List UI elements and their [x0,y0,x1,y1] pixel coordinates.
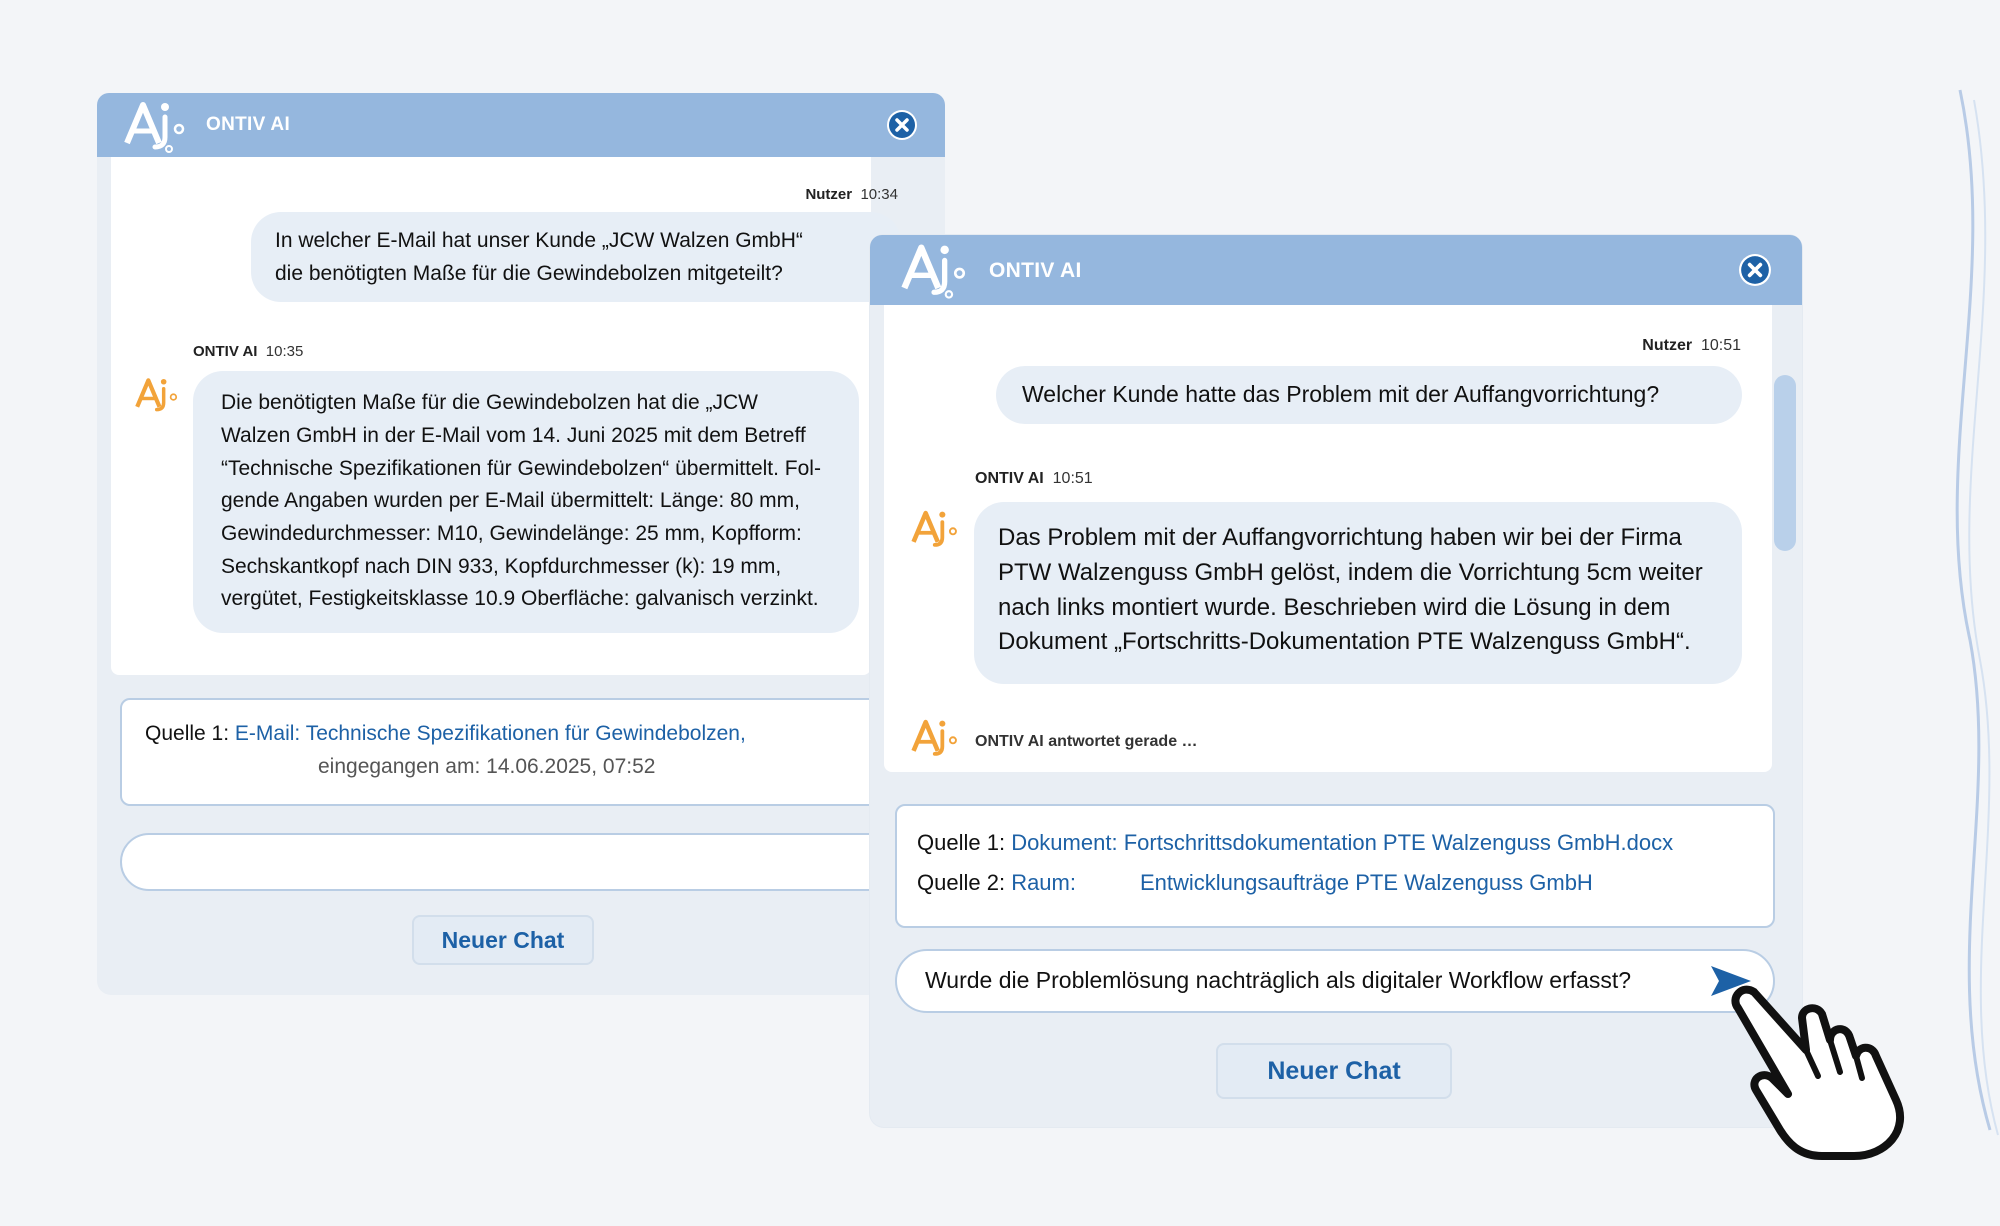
sources-box: Quelle 1: Dokument: Fortschrittsdokument… [895,804,1775,928]
source-link[interactable]: E-Mail: Technische Spezifikationen für G… [235,722,746,745]
message-input-text[interactable]: Wurde die Problemlösung nachträglich als… [925,967,1631,994]
typing-indicator: ONTIV AI antwortet gerade … [975,733,1198,750]
ai-message-bubble: Die benötigten Maße für die Gewindebolze… [193,371,859,633]
new-chat-button[interactable]: Neuer Chat [1216,1043,1452,1099]
hand-pointer-icon [1731,985,1905,1160]
chat-window-front: ONTIV AI Nutzer 10:51 Welcher Kunde hatt… [870,235,1802,1127]
scrollbar-thumb[interactable] [1774,375,1796,551]
close-icon [889,112,915,138]
source2-type[interactable]: Raum: [1011,870,1076,895]
chat-title: ONTIV AI [206,114,291,135]
new-chat-button[interactable]: Neuer Chat [412,915,594,965]
user-message-meta: Nutzer 10:34 [805,186,898,203]
close-icon [1741,256,1769,284]
ai-logo-icon [124,102,185,153]
message-input[interactable] [120,833,924,891]
ai-logo-icon [901,244,966,299]
user-message-bubble: In welcher E-Mail hat unser Kunde „JCW W… [251,212,901,302]
source2-link[interactable]: Entwicklungsaufträge PTE Walzenguss GmbH [1140,870,1593,896]
close-button[interactable] [1739,254,1771,286]
chat-header: ONTIV AI [97,93,945,157]
sources-box: Quelle 1: E-Mail: Technische Spezifikati… [120,698,924,806]
messages-panel: Nutzer 10:51 Welcher Kunde hatte das Pro… [884,305,1796,772]
ai-message-bubble: Das Problem mit der Auffangvorrichtung h… [974,502,1742,684]
source-label: Quelle 1: [145,722,230,745]
chat-window-back: ONTIV AI Nutzer 10:34 In welcher E-Mail … [97,93,945,995]
ai-avatar-icon [135,378,178,412]
ai-message-meta: ONTIV AI 10:51 [975,470,1093,487]
close-button[interactable] [887,110,917,140]
source-received: eingegangen am: 14.06.2025, 07:52 [318,755,656,778]
ai-typing-icon [911,719,957,756]
source2-label: Quelle 2: [917,870,1006,895]
messages-panel: Nutzer 10:34 In welcher E-Mail hat unser… [111,157,901,675]
chat-title: ONTIV AI [989,259,1082,282]
ai-avatar-icon [911,510,957,547]
message-input[interactable]: Wurde die Problemlösung nachträglich als… [895,949,1775,1013]
user-message-meta: Nutzer 10:51 [1642,337,1741,354]
source1-type[interactable]: Dokument: [1011,830,1117,855]
user-message-bubble: Welcher Kunde hatte das Problem mit der … [996,366,1742,424]
source1-link[interactable]: Fortschrittsdokumentation PTE Walzenguss… [1124,830,1673,855]
ai-message-meta: ONTIV AI 10:35 [193,343,304,360]
source1-label: Quelle 1: [917,830,1006,855]
decorative-wave [1955,89,1999,1136]
chat-header: ONTIV AI [870,235,1802,305]
